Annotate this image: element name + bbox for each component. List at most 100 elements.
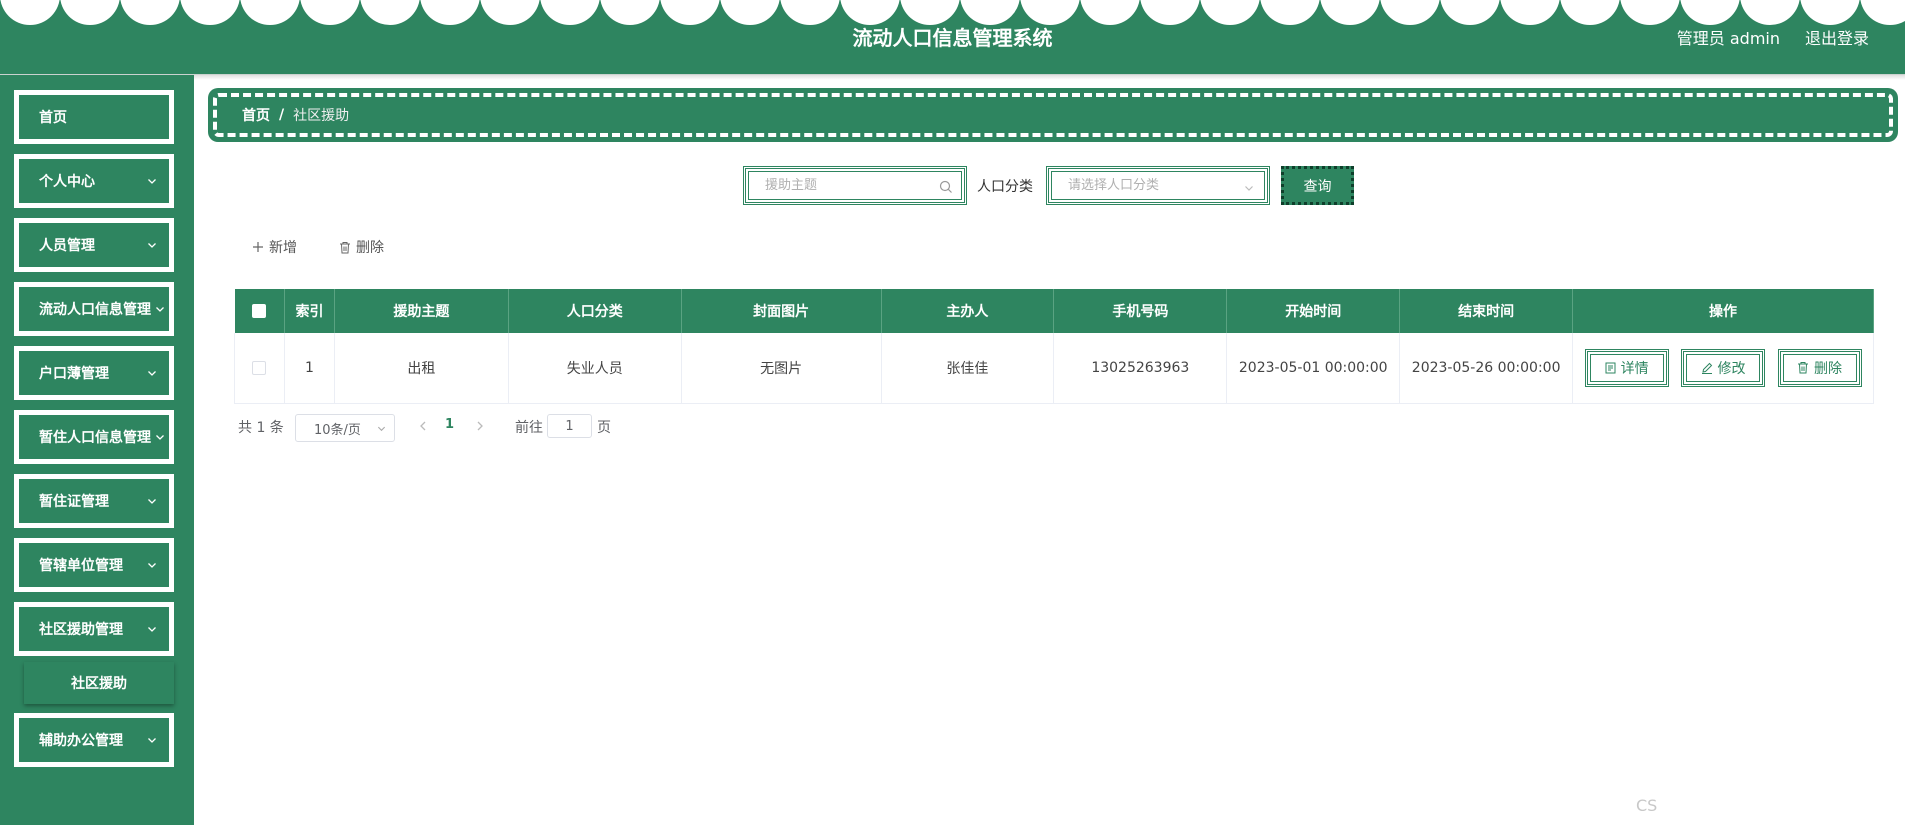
sidebar-item-label: 暂住人口信息管理 xyxy=(39,430,151,446)
header-bar: 流动人口信息管理系统 管理员 admin 退出登录 xyxy=(0,0,1905,75)
sidebar-item-label: 人员管理 xyxy=(39,238,95,254)
data-table: 索引 援助主题 人口分类 封面图片 主办人 手机号码 开始时间 结束时间 操作 … xyxy=(234,289,1874,404)
sidebar-item-label: 管辖单位管理 xyxy=(39,558,123,574)
search-input[interactable] xyxy=(765,178,925,193)
select-all-cell xyxy=(234,289,285,333)
cell-end-time: 2023-05-26 00:00:00 xyxy=(1399,333,1574,404)
trash-icon xyxy=(340,241,350,253)
chevron-down-icon xyxy=(148,371,156,376)
column-header: 结束时间 xyxy=(1399,289,1574,333)
page-unit-label: 页 xyxy=(597,420,611,436)
sidebar-item-home[interactable]: 首页 xyxy=(14,90,174,144)
sidebar-item-label: 辅助办公管理 xyxy=(39,733,123,749)
goto-page-input[interactable] xyxy=(547,414,592,438)
select-all-checkbox[interactable] xyxy=(252,304,267,318)
column-header: 援助主题 xyxy=(334,289,509,333)
sidebar-item-jurisdiction[interactable]: 管辖单位管理 xyxy=(14,538,174,592)
category-filter-label: 人口分类 xyxy=(977,179,1033,195)
breadcrumb: 首页 / 社区援助 xyxy=(208,88,1898,142)
column-header: 索引 xyxy=(284,289,335,333)
next-page-icon[interactable] xyxy=(473,416,487,436)
column-header: 操作 xyxy=(1572,289,1874,333)
page-size-select[interactable]: 10条/页 xyxy=(295,414,395,442)
chevron-down-icon xyxy=(156,307,164,312)
search-icon[interactable] xyxy=(939,180,953,194)
chevron-down-icon xyxy=(148,499,156,504)
sidebar-subitem-community-aid[interactable]: 社区援助 xyxy=(24,662,174,704)
cell-actions: 详情 修改 删除 xyxy=(1572,333,1874,404)
breadcrumb-current: 社区援助 xyxy=(293,108,350,124)
prev-page-icon[interactable] xyxy=(416,416,430,436)
sidebar-item-personal-center[interactable]: 个人中心 xyxy=(14,154,174,208)
row-select-cell xyxy=(234,333,285,404)
chevron-down-icon xyxy=(377,426,386,432)
edit-button[interactable]: 修改 xyxy=(1681,348,1766,387)
chevron-down-icon xyxy=(148,243,156,248)
add-button[interactable]: 新增 xyxy=(252,237,297,257)
breadcrumb-home-link[interactable]: 首页 xyxy=(242,105,270,125)
batch-delete-button[interactable]: 删除 xyxy=(339,237,384,257)
watermark: CS xyxy=(1636,796,1658,815)
chevron-down-icon xyxy=(148,738,156,743)
chevron-down-icon xyxy=(148,563,156,568)
sidebar-item-community-aid[interactable]: 社区援助管理 xyxy=(14,602,174,656)
trash-icon xyxy=(1798,362,1808,374)
breadcrumb-separator: / xyxy=(279,107,285,123)
logout-button[interactable]: 退出登录 xyxy=(1805,25,1869,49)
edit-icon xyxy=(1701,362,1712,374)
app-title: 流动人口信息管理系统 xyxy=(852,26,1053,50)
query-button[interactable]: 查询 xyxy=(1281,166,1354,205)
cell-index: 1 xyxy=(284,333,335,404)
row-checkbox[interactable] xyxy=(252,360,267,375)
sidebar: 首页 个人中心 人员管理 流动人口信息管理 户口薄管理 暂住人口信息管理 暂住证… xyxy=(0,75,194,825)
cell-start-time: 2023-05-01 00:00:00 xyxy=(1226,333,1401,404)
pagination-total: 共 1 条 xyxy=(238,420,284,436)
document-icon xyxy=(1605,362,1616,374)
delete-button[interactable]: 删除 xyxy=(1777,348,1862,387)
page-number-current[interactable]: 1 xyxy=(445,417,454,432)
cell-topic: 出租 xyxy=(334,333,509,404)
cell-organizer: 张佳佳 xyxy=(881,333,1055,404)
table-header-row: 索引 援助主题 人口分类 封面图片 主办人 手机号码 开始时间 结束时间 操作 xyxy=(234,289,1874,333)
user-label: 管理员 admin xyxy=(1676,29,1780,48)
sidebar-item-residence-permit[interactable]: 暂住证管理 xyxy=(14,474,174,528)
chevron-down-icon xyxy=(148,627,156,632)
plus-icon xyxy=(253,242,263,252)
column-header: 封面图片 xyxy=(681,289,882,333)
add-button-label: 新增 xyxy=(269,240,297,256)
category-select[interactable] xyxy=(1046,166,1270,205)
delete-button-label: 删除 xyxy=(1814,360,1842,377)
chevron-down-icon xyxy=(156,435,164,440)
detail-button[interactable]: 详情 xyxy=(1584,348,1669,387)
breadcrumb-inner: 首页 / 社区援助 xyxy=(213,93,1893,137)
page-size-value: 10条/页 xyxy=(314,422,361,438)
detail-button-label: 详情 xyxy=(1620,360,1649,377)
chevron-down-icon xyxy=(148,179,156,184)
chevron-down-icon xyxy=(1245,186,1253,191)
header-shadow xyxy=(0,74,1905,80)
column-header: 人口分类 xyxy=(508,289,682,333)
column-header: 手机号码 xyxy=(1053,289,1228,333)
cell-cover: 无图片 xyxy=(681,333,882,404)
sidebar-item-label: 首页 xyxy=(39,110,67,126)
search-field-wrapper xyxy=(743,166,967,205)
sidebar-subitem-label: 社区援助 xyxy=(71,676,127,692)
sidebar-item-label: 流动人口信息管理 xyxy=(39,302,151,318)
cell-category: 失业人员 xyxy=(508,333,682,404)
sidebar-item-label: 户口薄管理 xyxy=(39,366,109,382)
goto-label: 前往 xyxy=(515,420,543,436)
table-row: 1 出租 失业人员 无图片 张佳佳 13025263963 2023-05-01… xyxy=(234,333,1874,404)
sidebar-item-personnel[interactable]: 人员管理 xyxy=(14,218,174,272)
category-select-input[interactable] xyxy=(1068,178,1228,193)
sidebar-item-label: 社区援助管理 xyxy=(39,622,123,638)
sidebar-item-office-assistant[interactable]: 辅助办公管理 xyxy=(14,713,174,767)
column-header: 开始时间 xyxy=(1226,289,1401,333)
sidebar-item-label: 个人中心 xyxy=(39,174,95,190)
sidebar-item-floating-population[interactable]: 流动人口信息管理 xyxy=(14,282,174,336)
column-header: 主办人 xyxy=(881,289,1055,333)
sidebar-item-temporary-residents[interactable]: 暂住人口信息管理 xyxy=(14,410,174,464)
sidebar-item-label: 暂住证管理 xyxy=(39,494,109,510)
batch-delete-button-label: 删除 xyxy=(356,240,384,256)
edit-button-label: 修改 xyxy=(1717,360,1746,377)
sidebar-item-household-register[interactable]: 户口薄管理 xyxy=(14,346,174,400)
